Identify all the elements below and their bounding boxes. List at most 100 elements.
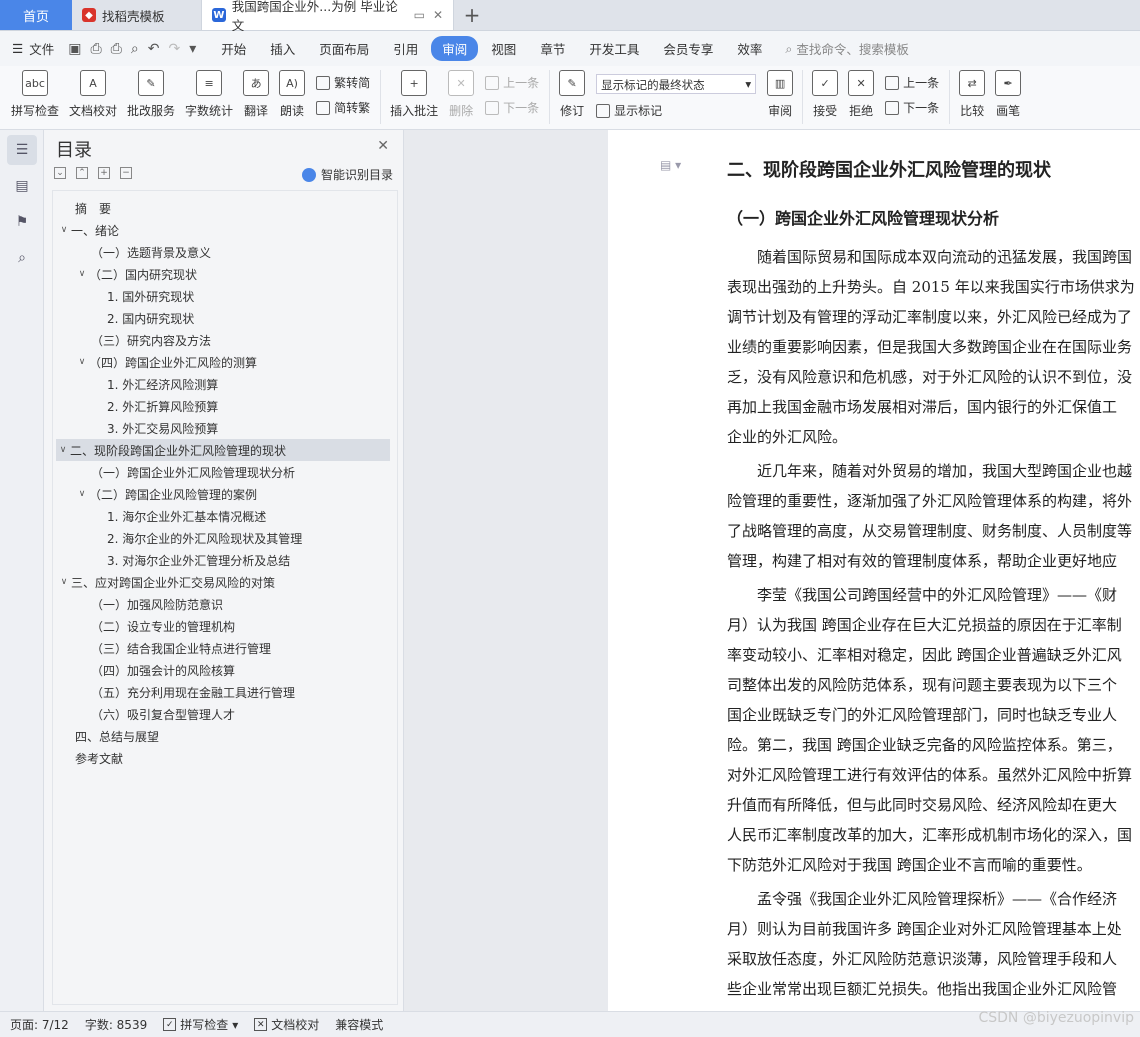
toc-item[interactable]: （三）研究内容及方法 bbox=[91, 329, 211, 351]
menu-references[interactable]: 引用 bbox=[382, 36, 429, 61]
markup-display-select[interactable]: 显示标记的最终状态 ▾ bbox=[596, 74, 757, 94]
page-indicator[interactable]: 页面: 7/12 bbox=[10, 1016, 69, 1033]
toc-item[interactable]: （四）加强会计的风险核算 bbox=[91, 659, 235, 681]
toc-item[interactable]: （一）加强风险防范意识 bbox=[91, 593, 223, 615]
insert-comment-button[interactable]: + 插入批注 bbox=[385, 66, 443, 119]
menu-page-layout[interactable]: 页面布局 bbox=[308, 36, 380, 61]
toc-item[interactable]: ∨ （二）跨国企业风险管理的案例 bbox=[75, 483, 257, 505]
show-markup-icon bbox=[596, 103, 611, 118]
toc-item[interactable]: ∨ （四）跨国企业外汇风险的测算 bbox=[75, 351, 257, 373]
toc-item[interactable]: ∨ （二）国内研究现状 bbox=[75, 263, 197, 285]
smart-toc-button[interactable]: 智能识别目录 bbox=[301, 166, 393, 183]
toc-item[interactable]: 1. 国外研究现状 bbox=[107, 285, 194, 307]
paragraph-menu-icon[interactable]: ▤ ▾ bbox=[660, 158, 681, 172]
delete-comment-label: 删除 bbox=[449, 104, 474, 118]
search-icon[interactable]: ⌕ bbox=[7, 243, 37, 273]
toc-item[interactable]: 2. 外汇折算风险预算 bbox=[107, 395, 218, 417]
compare-button[interactable]: ⇄ 比较 bbox=[954, 66, 990, 119]
translate-button[interactable]: あ翻译 bbox=[238, 66, 274, 119]
chevron-down-icon[interactable]: ∨ bbox=[75, 489, 89, 499]
toc-item[interactable]: ∨ 三、应对跨国企业外汇交易风险的对策 bbox=[57, 571, 275, 593]
doc-check-button[interactable]: A 文档校对 bbox=[64, 66, 122, 119]
menu-efficiency[interactable]: 效率 bbox=[726, 36, 773, 61]
command-search[interactable]: ⌕ 查找命令、搜索模板 bbox=[785, 39, 909, 58]
close-icon[interactable]: ✕ bbox=[377, 138, 389, 154]
more-icon[interactable]: ▾ bbox=[189, 41, 196, 57]
chapter-nav-icon[interactable]: ▤ bbox=[7, 171, 37, 201]
print-preview-icon[interactable]: ⌕ bbox=[131, 41, 139, 57]
toc-item[interactable]: 四、总结与展望 bbox=[75, 725, 159, 747]
menu-review[interactable]: 审阅 bbox=[431, 36, 479, 61]
print-icon[interactable]: ⎙ bbox=[111, 41, 122, 57]
show-markup-button[interactable]: 显示标记 bbox=[596, 102, 756, 119]
accept-button[interactable]: ✓ 接受 bbox=[807, 66, 843, 119]
review-service-button[interactable]: ✎ 批改服务 bbox=[122, 66, 180, 119]
remove-level-icon[interactable]: − bbox=[120, 167, 132, 179]
menu-section[interactable]: 章节 bbox=[529, 36, 576, 61]
next-comment-button[interactable]: 下一条 bbox=[485, 99, 539, 116]
save-icon[interactable]: ▣ bbox=[68, 41, 81, 57]
toc-item[interactable]: 摘 要 bbox=[75, 197, 111, 219]
menu-insert[interactable]: 插入 bbox=[259, 36, 306, 61]
reject-button[interactable]: ✕ 拒绝 bbox=[843, 66, 879, 119]
review-pane-button[interactable]: ▥ 审阅 bbox=[762, 66, 798, 119]
toc-item[interactable]: 1. 外汇经济风险测算 bbox=[107, 373, 218, 395]
toc-item[interactable]: 2. 海尔企业的外汇风险现状及其管理 bbox=[107, 527, 302, 549]
prev-comment-icon bbox=[485, 75, 500, 90]
toc-panel-icon[interactable]: ☰ bbox=[7, 135, 37, 165]
toc-item[interactable]: （二）设立专业的管理机构 bbox=[91, 615, 235, 637]
add-level-icon[interactable]: + bbox=[98, 167, 110, 179]
next-change-button[interactable]: 下一条 bbox=[885, 99, 939, 116]
chevron-down-icon[interactable]: ∨ bbox=[75, 269, 89, 279]
toc-item[interactable]: 3. 外汇交易风险预算 bbox=[107, 417, 218, 439]
toc-item[interactable]: （一）选题背景及意义 bbox=[91, 241, 211, 263]
prev-change-button[interactable]: 上一条 bbox=[885, 74, 939, 91]
spell-check-button[interactable]: abc 拼写检查 bbox=[6, 66, 64, 119]
toc-item[interactable]: （一）跨国企业外汇风险管理现状分析 bbox=[91, 461, 295, 483]
prev-comment-button[interactable]: 上一条 bbox=[485, 74, 539, 91]
wps-writer-window: 首页 ◆ 找稻壳模板 W 我国跨国企业外...为例 毕业论文 ▭ ✕ + ☰ 文… bbox=[0, 0, 1140, 1037]
menu-member[interactable]: 会员专享 bbox=[652, 36, 724, 61]
toc-item[interactable]: ∨ 一、绪论 bbox=[57, 219, 119, 241]
toc-item[interactable]: 1. 海尔企业外汇基本情况概述 bbox=[107, 505, 266, 527]
word-count-indicator[interactable]: 字数: 8539 bbox=[85, 1016, 147, 1033]
tab-document[interactable]: W 我国跨国企业外...为例 毕业论文 ▭ ✕ bbox=[202, 0, 454, 33]
trad-to-simp-button[interactable]: 繁转简 bbox=[316, 74, 370, 91]
toc-item[interactable]: （五）充分利用现在金融工具进行管理 bbox=[91, 681, 295, 703]
tab-float-icon[interactable]: ▭ bbox=[414, 8, 425, 22]
chevron-down-icon[interactable]: ∨ bbox=[56, 445, 70, 455]
expand-all-icon[interactable]: ⌄ bbox=[54, 167, 66, 179]
toc-item[interactable]: 参考文献 bbox=[75, 747, 123, 769]
status-spell-check[interactable]: ✓ 拼写检查 ▾ bbox=[163, 1016, 238, 1033]
toc-item-selected[interactable]: ∨ 二、现阶段跨国企业外汇风险管理的现状 bbox=[56, 439, 390, 461]
status-doc-check[interactable]: ✕ 文档校对 bbox=[254, 1016, 319, 1033]
chevron-down-icon[interactable]: ∨ bbox=[57, 577, 71, 587]
collapse-all-icon[interactable]: ⌃ bbox=[76, 167, 88, 179]
toc-item[interactable]: 2. 国内研究现状 bbox=[107, 307, 194, 329]
tab-close-icon[interactable]: ✕ bbox=[433, 8, 443, 22]
chevron-down-icon[interactable]: ∨ bbox=[57, 225, 71, 235]
undo-icon[interactable]: ↶ bbox=[148, 41, 160, 57]
redo-icon[interactable]: ↷ bbox=[168, 41, 180, 57]
menu-developer[interactable]: 开发工具 bbox=[578, 36, 650, 61]
new-tab-button[interactable]: + bbox=[454, 0, 490, 30]
bookmark-icon[interactable]: ⚑ bbox=[7, 207, 37, 237]
document-page[interactable]: ▤ ▾ 二、现阶段跨国企业外汇风险管理的现状 （一）跨国企业外汇风险管理现状分析… bbox=[608, 130, 1140, 1011]
simp-to-trad-button[interactable]: 简转繁 bbox=[316, 99, 370, 116]
toc-title: 目录 bbox=[56, 140, 92, 161]
tab-template[interactable]: ◆ 找稻壳模板 bbox=[72, 0, 202, 30]
read-aloud-button[interactable]: A) 朗读 bbox=[274, 66, 310, 119]
delete-comment-button[interactable]: ✕ 删除 bbox=[443, 66, 479, 119]
export-pdf-icon[interactable]: ⎙ bbox=[90, 41, 101, 57]
tab-home[interactable]: 首页 bbox=[0, 0, 72, 30]
chevron-down-icon[interactable]: ∨ bbox=[75, 357, 89, 367]
pen-button[interactable]: ✒ 画笔 bbox=[990, 66, 1026, 119]
file-menu[interactable]: ☰ 文件 bbox=[12, 39, 54, 58]
menu-start[interactable]: 开始 bbox=[210, 36, 257, 61]
menu-view[interactable]: 视图 bbox=[480, 36, 527, 61]
word-count-button[interactable]: ≡ 字数统计 bbox=[180, 66, 238, 119]
toc-item[interactable]: 3. 对海尔企业外汇管理分析及总结 bbox=[107, 549, 290, 571]
toc-item[interactable]: （三）结合我国企业特点进行管理 bbox=[91, 637, 271, 659]
toc-item[interactable]: （六）吸引复合型管理人才 bbox=[91, 703, 235, 725]
track-changes-button[interactable]: ✎ 修订 bbox=[554, 66, 590, 119]
